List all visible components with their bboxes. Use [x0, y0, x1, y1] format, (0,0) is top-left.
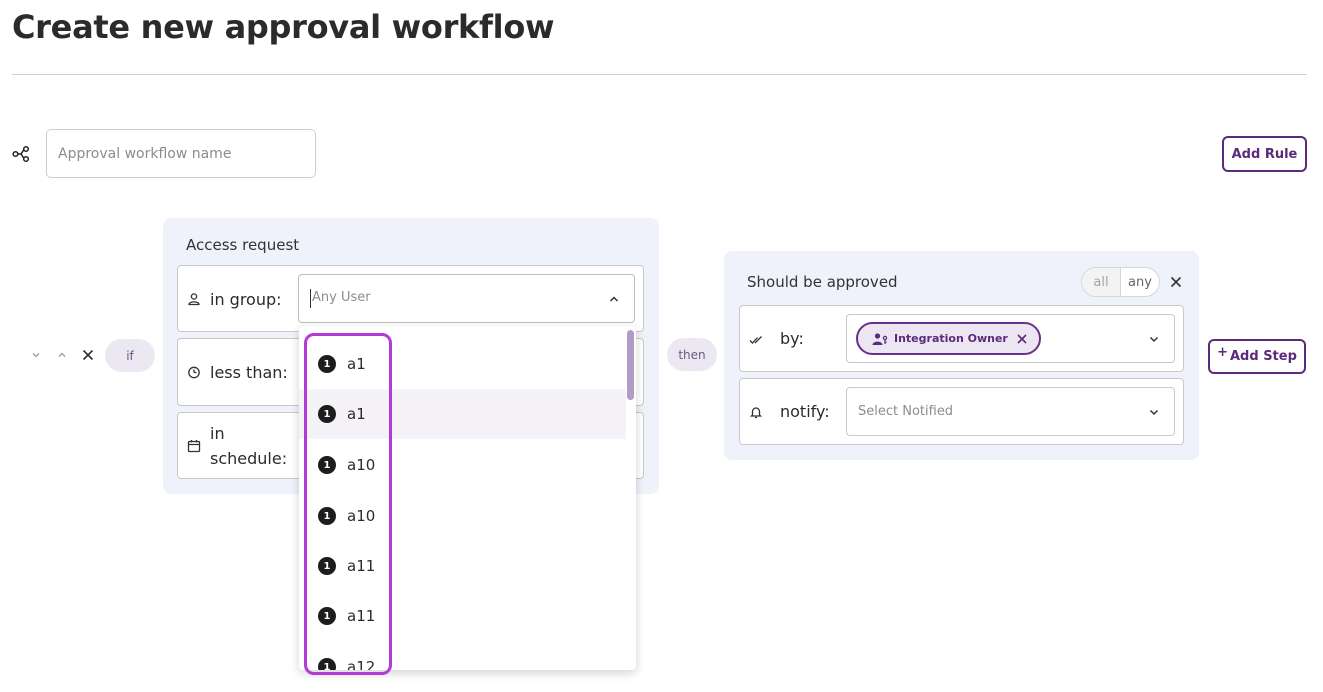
group-option-label: a11: [347, 607, 376, 625]
group-option[interactable]: 1 a1: [299, 339, 626, 389]
add-step-button[interactable]: + Add Step: [1208, 339, 1306, 374]
notify-select-placeholder: Select Notified: [858, 404, 954, 419]
delete-rule-icon[interactable]: [80, 344, 96, 366]
page-title: Create new approval workflow: [12, 8, 555, 46]
group-option[interactable]: 1 a10: [299, 440, 626, 490]
remove-approver-icon[interactable]: [1016, 333, 1028, 345]
group-option-label: a11: [347, 557, 376, 575]
chevron-down-icon[interactable]: [1148, 333, 1160, 345]
group-count-badge: 1: [318, 456, 336, 474]
approval-title: Should be approved: [747, 273, 898, 291]
in-group-label: in group:: [210, 290, 282, 309]
approver-chip[interactable]: Integration Owner: [856, 322, 1041, 355]
group-option-label: a1: [347, 405, 366, 423]
add-step-label: Add Step: [1230, 349, 1297, 364]
group-option[interactable]: 1 a11: [299, 591, 626, 641]
close-icon[interactable]: [1168, 274, 1184, 290]
group-option-label: a12: [347, 658, 376, 670]
move-up-icon[interactable]: [54, 344, 70, 366]
group-count-badge: 1: [318, 557, 336, 575]
workflow-icon: [12, 145, 30, 163]
group-select[interactable]: Any User: [298, 274, 635, 323]
if-pill: if: [105, 339, 155, 372]
double-check-icon: [749, 336, 762, 344]
group-count-badge: 1: [318, 507, 336, 525]
group-option-label: a10: [347, 507, 376, 525]
group-option-label: a1: [347, 355, 366, 373]
timer-icon: [188, 366, 200, 379]
plus-icon: +: [1217, 345, 1228, 360]
group-option[interactable]: 1 a11: [299, 541, 626, 591]
less-than-label: less than:: [210, 363, 288, 382]
chevron-up-icon[interactable]: [608, 293, 620, 305]
title-divider: [12, 74, 1307, 75]
user-icon: [188, 293, 200, 306]
in-schedule-label-line1: in: [210, 424, 225, 443]
chevron-down-icon[interactable]: [1148, 406, 1160, 418]
add-rule-button[interactable]: Add Rule: [1222, 136, 1307, 172]
bell-icon: [749, 407, 763, 419]
group-option-label: a10: [347, 456, 376, 474]
group-count-badge: 1: [318, 355, 336, 373]
group-count-badge: 1: [318, 405, 336, 423]
group-option[interactable]: 1 a1: [299, 389, 626, 439]
mode-all-option[interactable]: all: [1082, 268, 1120, 296]
group-count-badge: 1: [318, 607, 336, 625]
notify-label: notify:: [780, 402, 830, 421]
text-caret: [310, 289, 311, 308]
group-count-badge: 1: [318, 658, 336, 670]
group-options-dropdown[interactable]: 1 a1 1 a1 1 a10 1 a10 1 a11 1 a11 1 a12: [299, 326, 636, 670]
group-option[interactable]: 1 a10: [299, 491, 626, 541]
access-request-title: Access request: [186, 236, 300, 254]
approval-mode-toggle[interactable]: all any: [1081, 267, 1160, 297]
rule-controls: [28, 344, 96, 366]
then-pill: then: [667, 338, 717, 371]
calendar-icon: [187, 440, 201, 453]
in-schedule-label-line2: schedule:: [210, 449, 288, 468]
workflow-name-input[interactable]: [46, 129, 316, 178]
approver-chip-label: Integration Owner: [894, 332, 1008, 345]
user-key-icon: [872, 332, 888, 345]
mode-any-option[interactable]: any: [1120, 268, 1159, 296]
group-option[interactable]: 1 a12: [299, 642, 626, 670]
dropdown-scrollbar[interactable]: [627, 330, 634, 400]
move-down-icon[interactable]: [28, 344, 44, 366]
notify-select[interactable]: Select Notified: [846, 387, 1175, 436]
group-select-placeholder: Any User: [312, 290, 371, 305]
approved-by-label: by:: [780, 329, 804, 348]
